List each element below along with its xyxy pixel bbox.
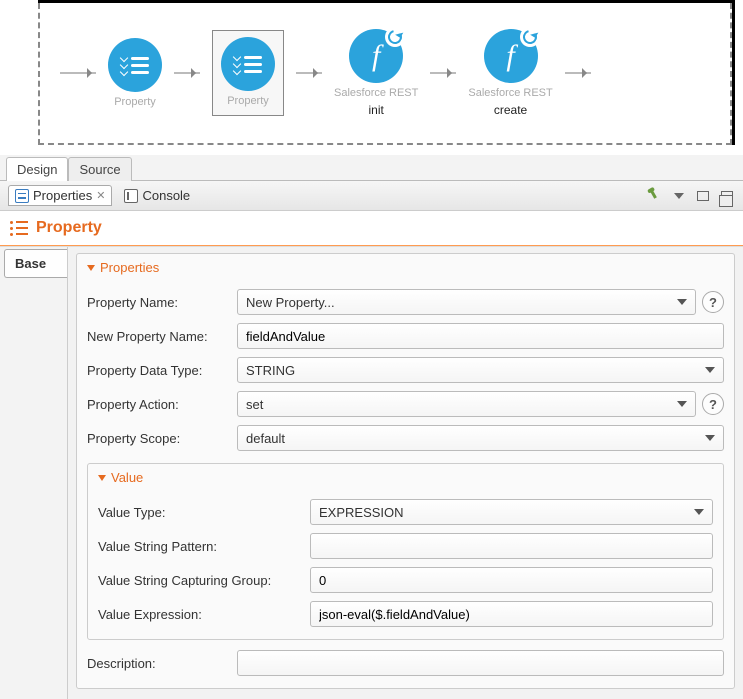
maximize-button[interactable]: [719, 188, 735, 204]
select-scope[interactable]: default: [237, 425, 724, 451]
label-value-pattern: Value String Pattern:: [98, 539, 304, 554]
flow-node-property-2[interactable]: Property: [212, 30, 284, 116]
refresh-badge-icon: [385, 27, 405, 47]
label-data-type: Property Data Type:: [87, 363, 231, 378]
select-action[interactable]: set: [237, 391, 696, 417]
tab-design[interactable]: Design: [6, 157, 68, 181]
label-scope: Property Scope:: [87, 431, 231, 446]
section-title: Properties: [100, 260, 159, 275]
label-description: Description:: [87, 656, 231, 671]
flow-canvas[interactable]: Property Property f Salesforce REST init: [38, 3, 732, 145]
label-value-type: Value Type:: [98, 505, 304, 520]
flow-arrow-icon: [174, 72, 200, 74]
section-properties: Properties Property Name: New Property..…: [76, 253, 735, 689]
label-value-expression: Value Expression:: [98, 607, 304, 622]
minimize-button[interactable]: [695, 188, 711, 204]
help-button-action[interactable]: ?: [702, 393, 724, 415]
console-icon: [124, 189, 138, 203]
close-tab-icon[interactable]: ✕: [96, 189, 105, 202]
view-tab-properties[interactable]: Properties ✕: [8, 185, 112, 206]
input-value-pattern[interactable]: [310, 533, 713, 559]
side-tab-base[interactable]: Base: [4, 249, 67, 278]
section-header-value[interactable]: Value: [88, 464, 723, 491]
panel-header: Property: [0, 211, 743, 246]
select-property-name[interactable]: New Property...: [237, 289, 696, 315]
chevron-down-icon: [705, 435, 715, 441]
chevron-down-icon: [694, 509, 704, 515]
view-menu-button[interactable]: [671, 188, 687, 204]
help-button-property-name[interactable]: ?: [702, 291, 724, 313]
flow-canvas-container: Property Property f Salesforce REST init: [0, 0, 743, 155]
input-value-expression[interactable]: [310, 601, 713, 627]
flow-node-label: Property: [227, 95, 269, 107]
flow-node-label: create: [494, 103, 527, 117]
pin-icon: [647, 187, 663, 203]
select-value: EXPRESSION: [319, 505, 404, 520]
flow-node-type-label: Salesforce REST: [334, 87, 418, 99]
select-value: set: [246, 397, 263, 412]
flow-node-salesforce-create[interactable]: f Salesforce REST create: [468, 29, 552, 117]
label-new-property-name: New Property Name:: [87, 329, 231, 344]
section-header-properties[interactable]: Properties: [77, 254, 734, 281]
label-value-group: Value String Capturing Group:: [98, 573, 304, 588]
label-property-name: Property Name:: [87, 295, 231, 310]
panel-title: Property: [36, 219, 102, 237]
section-title: Value: [111, 470, 143, 485]
properties-icon: [15, 189, 29, 203]
triangle-down-icon: [674, 193, 684, 199]
views-toolbar: Properties ✕ Console: [0, 181, 743, 211]
select-value: default: [246, 431, 285, 446]
chevron-down-icon: [677, 299, 687, 305]
flow-node-label: Property: [114, 96, 156, 108]
input-value-group[interactable]: [310, 567, 713, 593]
chevron-down-icon: [677, 401, 687, 407]
form-area: Properties Property Name: New Property..…: [68, 247, 743, 699]
select-data-type[interactable]: STRING: [237, 357, 724, 383]
chevron-down-icon: [705, 367, 715, 373]
panel-body: Base Properties Property Name: New Prope…: [0, 246, 743, 699]
property-icon: [10, 221, 28, 236]
view-tab-label: Console: [142, 188, 190, 203]
collapse-icon: [98, 475, 106, 481]
view-tab-label: Properties: [33, 188, 92, 203]
pin-button[interactable]: [647, 188, 663, 204]
select-value: New Property...: [246, 295, 335, 310]
side-tab-bar: Base: [0, 247, 68, 699]
flow-arrow-icon: [565, 72, 591, 74]
flow-arrow-icon: [296, 72, 322, 74]
flow-node-label: init: [369, 103, 384, 117]
refresh-badge-icon: [520, 27, 540, 47]
label-action: Property Action:: [87, 397, 231, 412]
flow-arrow-icon: [60, 72, 96, 74]
tab-source[interactable]: Source: [68, 157, 131, 181]
flow-node-salesforce-init[interactable]: f Salesforce REST init: [334, 29, 418, 117]
flow-arrow-icon: [430, 72, 456, 74]
editor-tab-bar: Design Source: [0, 155, 743, 181]
input-description[interactable]: [237, 650, 724, 676]
minimize-icon: [697, 191, 709, 201]
maximize-icon: [721, 191, 733, 201]
flow-node-property-1[interactable]: Property: [108, 38, 162, 108]
view-tab-console[interactable]: Console: [118, 186, 196, 205]
input-new-property-name[interactable]: [237, 323, 724, 349]
select-value: STRING: [246, 363, 295, 378]
collapse-icon: [87, 265, 95, 271]
section-value: Value Value Type: EXPRESSION Value Strin…: [87, 463, 724, 640]
select-value-type[interactable]: EXPRESSION: [310, 499, 713, 525]
flow-node-type-label: Salesforce REST: [468, 87, 552, 99]
